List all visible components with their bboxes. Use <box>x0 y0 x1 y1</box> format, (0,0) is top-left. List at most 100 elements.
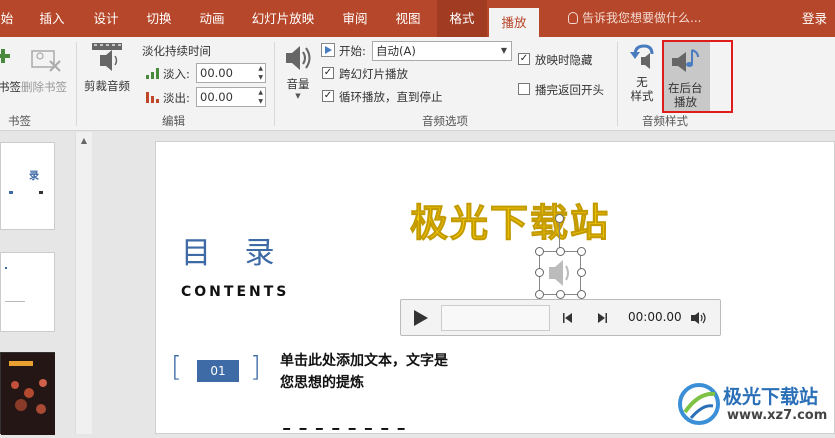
trim-audio-icon <box>92 43 122 71</box>
fade-in-label: 淡入: <box>163 67 190 81</box>
audio-progress-bar[interactable] <box>441 305 550 331</box>
no-style-label-line2: 样式 <box>630 89 654 103</box>
site-logo-icon <box>678 383 720 425</box>
tab-format[interactable]: 格式 <box>437 0 487 37</box>
add-bookmark-icon <box>0 49 10 63</box>
sign-in-link[interactable]: 登录 <box>802 0 827 37</box>
highlight-annotation-box <box>662 40 733 113</box>
tab-design[interactable]: 设计 <box>82 0 130 37</box>
tab-home[interactable]: 始 <box>0 0 14 37</box>
spin-up-icon[interactable]: ▲ <box>258 65 263 72</box>
rotate-handle[interactable] <box>555 214 564 223</box>
start-label: 开始: <box>339 44 366 58</box>
trim-audio-label: 剪裁音频 <box>84 79 130 93</box>
audio-time: 00:00.00 <box>628 310 682 324</box>
volume-icon[interactable] <box>690 311 708 325</box>
start-select-value: 自动(A) <box>376 44 416 58</box>
thumbnail-scrollbar[interactable]: ▲ <box>75 132 92 434</box>
add-bookmark-button[interactable]: 书签 <box>0 41 21 96</box>
fade-out-value: 00.00 <box>200 90 233 104</box>
slide-thumbnail[interactable]: 录 <box>0 142 55 230</box>
resize-handle[interactable] <box>535 247 544 256</box>
item-bracket-left: [ <box>171 350 182 383</box>
slide-title[interactable]: 目 录 <box>181 228 287 272</box>
volume-button[interactable]: 音量 ▼ <box>280 41 316 107</box>
thumbnail-mark <box>9 191 13 194</box>
cross-slides-label: 跨幻灯片播放 <box>339 67 408 81</box>
fade-in-input[interactable]: 00.00 ▲ ▼ <box>196 63 266 83</box>
resize-handle[interactable] <box>535 268 544 277</box>
resize-handle[interactable] <box>577 247 586 256</box>
fade-out-icon <box>146 92 159 103</box>
slide-thumbnail[interactable] <box>0 352 55 435</box>
tell-me-text: 告诉我您想要做什么... <box>582 11 702 25</box>
spin-down-icon[interactable]: ▼ <box>258 74 263 81</box>
undo-style-icon <box>630 44 654 69</box>
group-separator <box>617 42 618 126</box>
tab-review[interactable]: 审阅 <box>331 0 379 37</box>
thumbnail-mark <box>39 191 43 194</box>
speaker-icon <box>549 260 569 286</box>
hide-during-show-checkbox[interactable]: ✓ <box>518 53 530 65</box>
lightbulb-icon <box>568 12 578 24</box>
fade-out-input[interactable]: 00.00 ▲ ▼ <box>196 87 266 107</box>
tab-slideshow[interactable]: 幻灯片放映 <box>243 0 323 37</box>
loop-checkbox[interactable]: ✓ <box>322 90 334 102</box>
site-logo: 极光下载站 www.xz7.com <box>677 378 832 430</box>
thumbnail-mark <box>5 267 7 269</box>
spin-down-icon[interactable]: ▼ <box>258 98 263 105</box>
ribbon-tab-bar: 始 插入 设计 切换 动画 幻灯片放映 审阅 视图 格式 播放 告诉我您想要做什… <box>0 0 835 37</box>
audio-object-selection[interactable] <box>539 251 581 295</box>
start-select[interactable]: 自动(A) ▼ <box>372 41 512 61</box>
chevron-down-icon: ▼ <box>500 46 507 55</box>
slide-thumbnails-pane: 录 <box>0 132 75 435</box>
cross-slides-checkbox[interactable]: ✓ <box>322 67 334 79</box>
rewind-label: 播完返回开头 <box>535 83 604 97</box>
item-bracket-right: ] <box>250 350 261 383</box>
site-logo-name: 极光下载站 <box>723 386 819 408</box>
trim-audio-button[interactable]: 剪裁音频 <box>82 41 132 97</box>
rewind-checkbox[interactable] <box>518 83 530 95</box>
group-separator <box>274 42 275 126</box>
remove-bookmark-button[interactable]: 删除书签 <box>20 41 72 96</box>
scroll-up-icon[interactable]: ▲ <box>79 136 89 146</box>
fade-out-label: 淡出: <box>163 91 190 105</box>
spin-up-icon[interactable]: ▲ <box>258 89 263 96</box>
slide-subtitle[interactable]: CONTENTS <box>181 284 289 300</box>
tab-insert[interactable]: 插入 <box>28 0 76 37</box>
remove-bookmark-icon <box>31 50 61 72</box>
skip-forward-icon[interactable] <box>596 312 608 324</box>
item-text-line1: 单击此处添加文本，文字是 <box>280 353 448 369</box>
thumbnail-photo <box>1 353 55 435</box>
fade-in-value: 00.00 <box>200 66 233 80</box>
resize-handle[interactable] <box>556 247 565 256</box>
tab-transitions[interactable]: 切换 <box>135 0 183 37</box>
thumbnail-mark <box>5 301 25 302</box>
volume-icon <box>286 46 311 70</box>
resize-handle[interactable] <box>577 268 586 277</box>
chevron-down-icon: ▼ <box>295 92 301 100</box>
no-style-button[interactable]: 无 样式 <box>622 41 662 109</box>
resize-handle[interactable] <box>556 290 565 299</box>
volume-label: 音量 <box>286 77 310 91</box>
resize-handle[interactable] <box>577 290 586 299</box>
play-icon[interactable] <box>413 309 429 327</box>
tell-me-search[interactable]: 告诉我您想要做什么... <box>568 0 701 37</box>
tab-view[interactable]: 视图 <box>384 0 432 37</box>
next-item-text-partial: ▪ ▪ ▪ ▪ ▪ ▪ ▪ ▪ <box>282 428 482 434</box>
resize-handle[interactable] <box>535 290 544 299</box>
item-number[interactable]: 01 <box>197 360 239 382</box>
item-text-line2: 您思想的提炼 <box>280 375 364 391</box>
audio-options-group-label: 音频选项 <box>422 114 468 128</box>
site-logo-url: www.xz7.com <box>727 408 828 423</box>
tab-animations[interactable]: 动画 <box>188 0 236 37</box>
group-separator <box>76 42 77 126</box>
audio-styles-group-label: 音频样式 <box>642 114 688 128</box>
loop-label: 循环播放，直到停止 <box>339 90 443 104</box>
item-text[interactable]: 单击此处添加文本，文字是 您思想的提炼 <box>280 350 448 394</box>
skip-back-icon[interactable] <box>562 312 574 324</box>
slide-thumbnail[interactable] <box>0 252 55 332</box>
add-bookmark-label: 书签 <box>0 80 21 94</box>
tab-playback[interactable]: 播放 <box>489 8 539 37</box>
fade-in-icon <box>146 68 159 79</box>
